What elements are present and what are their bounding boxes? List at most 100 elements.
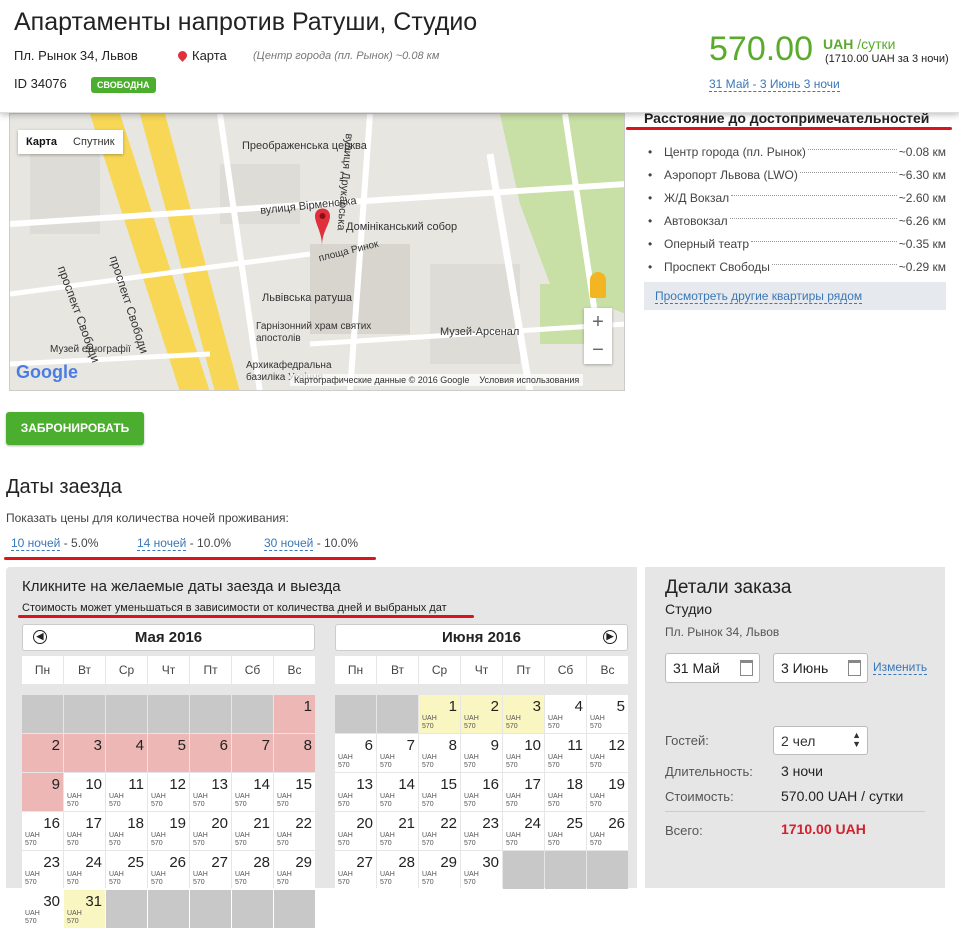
day-number: 1 — [303, 698, 312, 715]
calendar-day[interactable]: 20 UAH 570 — [190, 812, 231, 850]
calendar-day[interactable]: 26 UAH 570 — [148, 851, 189, 889]
zoom-out-button[interactable]: − — [584, 336, 612, 364]
price-currency: UAH /сутки — [823, 36, 896, 52]
calendar-day[interactable]: 15 UAH 570 — [274, 773, 315, 811]
distance-item: Центр города (пл. Рынок)~0.08 км — [644, 140, 946, 163]
day-price: UAH 570 — [380, 793, 395, 808]
day-number: 24 — [85, 854, 102, 871]
calendar-day[interactable]: 26 UAH 570 — [587, 812, 628, 850]
zoom-in-button[interactable]: + — [584, 308, 612, 336]
calendar-day[interactable]: 17 UAH 570 — [64, 812, 105, 850]
status-badge: СВОБОДНА — [91, 77, 156, 93]
day-price: UAH 570 — [590, 715, 605, 730]
calendar-day[interactable]: 4 UAH 570 — [545, 695, 586, 733]
calendar-day[interactable]: 22 UAH 570 — [419, 812, 460, 850]
calendar-day[interactable]: 24 UAH 570 — [64, 851, 105, 889]
day-price: UAH 570 — [590, 793, 605, 808]
map-type-satellite[interactable]: Спутник — [65, 130, 122, 154]
calendar-day[interactable]: 14 UAH 570 — [377, 773, 418, 811]
calendar-day[interactable]: 14 UAH 570 — [232, 773, 273, 811]
calendar-day[interactable]: 21 UAH 570 — [232, 812, 273, 850]
calendar-day[interactable]: 19 UAH 570 — [587, 773, 628, 811]
calendar-day[interactable]: 15 UAH 570 — [419, 773, 460, 811]
calendar-day[interactable]: 11 UAH 570 — [106, 773, 147, 811]
nearby-apartments-link[interactable]: Просмотреть другие квартиры рядом — [644, 282, 946, 310]
duration-value: 3 ночи — [781, 763, 823, 779]
calendar-day[interactable]: 20 UAH 570 — [335, 812, 376, 850]
map-label: Домініканський собор — [346, 221, 458, 233]
calendar-empty-cell — [22, 695, 63, 733]
calendar-day[interactable]: 24 UAH 570 — [503, 812, 544, 850]
calendar-day[interactable]: 13 UAH 570 — [190, 773, 231, 811]
calendar-day[interactable]: 29 UAH 570 — [419, 851, 460, 889]
calendar-day[interactable]: 23 UAH 570 — [461, 812, 502, 850]
calendar-day[interactable]: 23 UAH 570 — [22, 851, 63, 889]
calendar-day[interactable]: 22 UAH 570 — [274, 812, 315, 850]
duration-label: Длительность: — [665, 764, 753, 779]
change-dates-link[interactable]: Изменить — [873, 660, 928, 675]
calendar-day: 1 — [274, 695, 315, 733]
book-button[interactable]: ЗАБРОНИРОВАТЬ — [6, 412, 144, 445]
day-number: 27 — [356, 854, 373, 871]
calendar-day[interactable]: 17 UAH 570 — [503, 773, 544, 811]
prev-month-icon[interactable]: ◀ — [33, 630, 47, 644]
map-view[interactable]: Карта Спутник Преображенська церква вулиц… — [9, 113, 625, 391]
calendar-day[interactable]: 30 UAH 570 — [461, 851, 502, 889]
map-link[interactable]: Карта — [176, 48, 227, 63]
discount-link[interactable]: 14 ночей — [137, 536, 187, 551]
calendar-day[interactable]: 10 UAH 570 — [64, 773, 105, 811]
calendar-day[interactable]: 16 UAH 570 — [461, 773, 502, 811]
page-title: Апартаменты напротив Ратуши, Студио — [14, 8, 478, 36]
discount-link[interactable]: 30 ночей — [264, 536, 314, 551]
calendar-day[interactable]: 27 UAH 570 — [190, 851, 231, 889]
calendar-day[interactable]: 6 UAH 570 — [335, 734, 376, 772]
selected-dates-link[interactable]: 31 Май - 3 Июнь 3 ночи — [709, 77, 840, 92]
calendar-day[interactable]: 25 UAH 570 — [545, 812, 586, 850]
listing-header: Апартаменты напротив Ратуши, Студио Пл. … — [0, 0, 959, 113]
calendar-day[interactable]: 18 UAH 570 — [545, 773, 586, 811]
street-view-pegman-icon[interactable] — [590, 272, 606, 298]
annotation-underline — [18, 615, 474, 618]
discount-link[interactable]: 10 ночей — [11, 536, 61, 551]
calendar-day[interactable]: 19 UAH 570 — [148, 812, 189, 850]
calendar-day[interactable]: 11 UAH 570 — [545, 734, 586, 772]
order-details: Детали заказа Студио Пл. Рынок 34, Львов… — [645, 567, 945, 888]
distance-item: Оперный театр~0.35 км — [644, 232, 946, 255]
distance-item: Проспект Свободы~0.29 км — [644, 255, 946, 278]
guests-select[interactable]: 2 чел ▲ ▼ — [773, 726, 868, 755]
dates-heading: Даты заезда — [6, 476, 122, 498]
calendar-day[interactable]: 10 UAH 570 — [503, 734, 544, 772]
calendar-day[interactable]: 8 UAH 570 — [419, 734, 460, 772]
calendar-day[interactable]: 30 UAH 570 — [22, 890, 63, 928]
distances-list: Центр города (пл. Рынок)~0.08 км Аэропор… — [644, 140, 946, 278]
calendar-day[interactable]: 12 UAH 570 — [587, 734, 628, 772]
calendar-day[interactable]: 12 UAH 570 — [148, 773, 189, 811]
calendar-day[interactable]: 28 UAH 570 — [232, 851, 273, 889]
calendar-day[interactable]: 3 UAH 570 — [503, 695, 544, 733]
calendar-day[interactable]: 9 UAH 570 — [461, 734, 502, 772]
calendar-day[interactable]: 25 UAH 570 — [106, 851, 147, 889]
calendar-day[interactable]: 29 UAH 570 — [274, 851, 315, 889]
calendar-day[interactable]: 28 UAH 570 — [377, 851, 418, 889]
calendar-day[interactable]: 27 UAH 570 — [335, 851, 376, 889]
calendar-day[interactable]: 2 UAH 570 — [461, 695, 502, 733]
calendar-empty-cell — [190, 890, 231, 928]
map-type-map[interactable]: Карта — [18, 130, 65, 154]
calendar-day[interactable]: 1 UAH 570 — [419, 695, 460, 733]
next-month-icon[interactable]: ▶ — [603, 630, 617, 644]
checkin-field[interactable]: 31 Май — [665, 653, 760, 683]
calendar-day: 9 — [22, 773, 63, 811]
checkout-field[interactable]: 3 Июнь — [773, 653, 868, 683]
distance-item: Аэропорт Львова (LWO)~6.30 км — [644, 163, 946, 186]
calendar-day[interactable]: 13 UAH 570 — [335, 773, 376, 811]
map-terms-link[interactable]: Условия использования — [479, 375, 579, 385]
calendar-day[interactable]: 18 UAH 570 — [106, 812, 147, 850]
calendar-day[interactable]: 7 UAH 570 — [377, 734, 418, 772]
calendar-day[interactable]: 31 UAH 570 — [64, 890, 105, 928]
day-number: 29 — [440, 854, 457, 871]
calendar-day[interactable]: 16 UAH 570 — [22, 812, 63, 850]
calendar-day[interactable]: 21 UAH 570 — [377, 812, 418, 850]
day-price: UAH 570 — [151, 871, 166, 886]
day-number: 9 — [51, 776, 60, 793]
calendar-day[interactable]: 5 UAH 570 — [587, 695, 628, 733]
